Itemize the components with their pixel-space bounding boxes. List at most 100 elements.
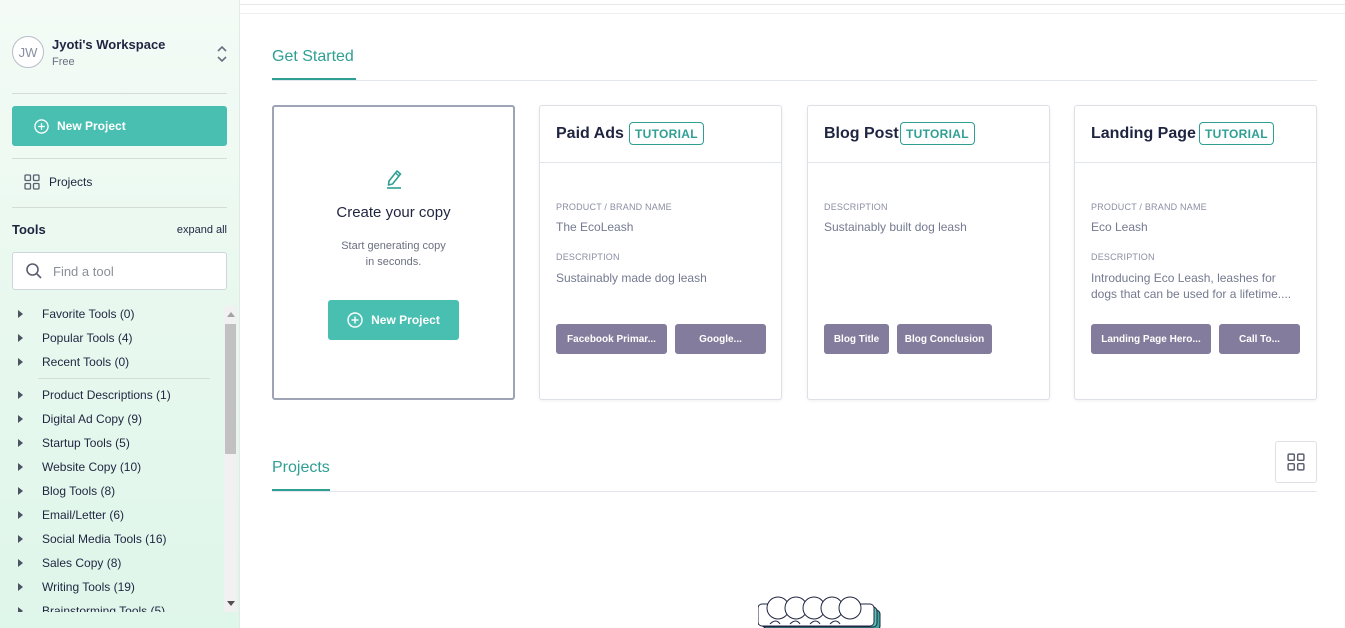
- caret-right-icon: [18, 310, 23, 318]
- caret-right-icon: [18, 559, 23, 567]
- tool-group[interactable]: Blog Tools (8): [12, 480, 115, 502]
- scroll-down-arrow-icon[interactable]: [227, 601, 235, 606]
- sidebar-item-projects[interactable]: Projects: [24, 174, 92, 190]
- tool-chip[interactable]: Google...: [675, 324, 766, 354]
- caret-right-icon: [18, 583, 23, 591]
- tool-chip[interactable]: Landing Page Hero...: [1091, 324, 1211, 354]
- tool-group-label: Writing Tools (19): [42, 580, 135, 594]
- tutorial-card-paid-ads[interactable]: Paid Ads TUTORIAL PRODUCT / BRAND NAME T…: [539, 105, 782, 400]
- caret-right-icon: [18, 391, 23, 399]
- create-card-title: Create your copy: [336, 204, 451, 221]
- card-title: Landing Page: [1091, 125, 1196, 142]
- field-value: The EcoLeash: [556, 220, 634, 234]
- caret-right-icon: [18, 535, 23, 543]
- caret-right-icon: [18, 511, 23, 519]
- tool-group[interactable]: Brainstorming Tools (5): [12, 600, 165, 612]
- tool-group-label: Website Copy (10): [42, 460, 142, 474]
- divider: [12, 158, 227, 159]
- tool-group-label: Popular Tools (4): [42, 331, 133, 345]
- tool-group-favorite[interactable]: Favorite Tools (0): [12, 303, 134, 325]
- field-label: DESCRIPTION: [556, 252, 620, 262]
- tool-search: [12, 252, 227, 290]
- pencil-icon: [387, 170, 402, 189]
- tool-group-label: Brainstorming Tools (5): [42, 604, 166, 612]
- avatar: JW: [12, 36, 44, 68]
- tool-group-recent[interactable]: Recent Tools (0): [12, 351, 129, 373]
- new-project-label: New Project: [371, 313, 440, 327]
- tool-group-label: Social Media Tools (16): [42, 532, 167, 546]
- tool-group-label: Product Descriptions (1): [42, 388, 171, 402]
- tutorial-badge: TUTORIAL: [629, 122, 704, 145]
- search-input[interactable]: [53, 263, 203, 279]
- tool-group[interactable]: Sales Copy (8): [12, 552, 121, 574]
- tool-group[interactable]: Startup Tools (5): [12, 432, 130, 454]
- divider: [272, 491, 1317, 492]
- field-value: Eco Leash: [1091, 220, 1148, 234]
- workspace-switcher[interactable]: JW Jyoti's Workspace Free: [12, 36, 228, 72]
- tools-heading: Tools: [12, 222, 46, 237]
- tool-chip[interactable]: Facebook Primar...: [556, 324, 667, 354]
- tool-chip[interactable]: Blog Conclusion: [897, 324, 992, 354]
- create-copy-card[interactable]: Create your copy Start generating copy i…: [272, 105, 515, 400]
- tab-projects[interactable]: Projects: [272, 459, 330, 477]
- sidebar: JW Jyoti's Workspace Free New Project Pr…: [0, 0, 240, 628]
- workspace-plan: Free: [52, 56, 75, 68]
- expand-all-link[interactable]: expand all: [177, 224, 227, 236]
- tutorial-badge: TUTORIAL: [900, 122, 975, 145]
- new-project-label: New Project: [57, 119, 126, 133]
- create-card-subtitle: Start generating copy in seconds.: [274, 238, 513, 270]
- tool-group-label: Sales Copy (8): [42, 556, 122, 570]
- field-label: DESCRIPTION: [824, 202, 888, 212]
- field-value: Introducing Eco Leash, leashes for dogs …: [1091, 271, 1292, 301]
- tool-chip[interactable]: Call To...: [1219, 324, 1300, 354]
- field-value: Sustainably made dog leash: [556, 271, 707, 285]
- card-title: Paid Ads: [556, 125, 624, 142]
- tab-get-started[interactable]: Get Started: [272, 48, 354, 66]
- scroll-thumb[interactable]: [225, 324, 236, 454]
- tutorial-badge: TUTORIAL: [1199, 122, 1274, 145]
- tool-group-label: Recent Tools (0): [42, 355, 130, 369]
- card-header: Landing Page TUTORIAL: [1075, 106, 1316, 163]
- chevron-updown-icon[interactable]: [216, 44, 228, 64]
- scrollbar[interactable]: [224, 306, 237, 612]
- field-label: PRODUCT / BRAND NAME: [1091, 202, 1207, 212]
- tutorial-card-blog-post[interactable]: Blog Post TUTORIAL DESCRIPTION Sustainab…: [807, 105, 1050, 400]
- caret-right-icon: [18, 607, 23, 612]
- tool-group-label: Startup Tools (5): [42, 436, 130, 450]
- tool-group-label: Digital Ad Copy (9): [42, 412, 143, 426]
- tool-group[interactable]: Website Copy (10): [12, 456, 141, 478]
- workspace-name: Jyoti's Workspace: [52, 37, 166, 52]
- topbar-border: [240, 13, 1345, 14]
- grid-icon: [1287, 453, 1305, 471]
- tool-group[interactable]: Digital Ad Copy (9): [12, 408, 142, 430]
- divider: [38, 378, 210, 379]
- tutorial-card-landing-page[interactable]: Landing Page TUTORIAL PRODUCT / BRAND NA…: [1074, 105, 1317, 400]
- empty-projects-illustration: [758, 596, 881, 628]
- new-project-button[interactable]: New Project: [328, 300, 459, 340]
- tool-group[interactable]: Social Media Tools (16): [12, 528, 167, 550]
- caret-right-icon: [18, 487, 23, 495]
- field-label: DESCRIPTION: [1091, 252, 1155, 262]
- create-card-subtitle-line: Start generating copy: [341, 240, 446, 252]
- plus-circle-icon: [34, 118, 49, 134]
- divider: [272, 80, 1317, 81]
- tool-group[interactable]: Writing Tools (19): [12, 576, 135, 598]
- new-project-button[interactable]: New Project: [12, 106, 227, 146]
- card-title: Blog Post: [824, 125, 899, 142]
- scroll-up-arrow-icon[interactable]: [227, 312, 235, 317]
- card-header: Blog Post TUTORIAL: [808, 106, 1049, 163]
- caret-right-icon: [18, 439, 23, 447]
- caret-right-icon: [18, 415, 23, 423]
- tool-group-popular[interactable]: Popular Tools (4): [12, 327, 133, 349]
- tool-group[interactable]: Product Descriptions (1): [12, 384, 171, 406]
- divider: [12, 93, 227, 94]
- grid-view-button[interactable]: [1275, 441, 1317, 483]
- field-label: PRODUCT / BRAND NAME: [556, 202, 672, 212]
- plus-circle-icon: [347, 312, 363, 328]
- tool-group[interactable]: Email/Letter (6): [12, 504, 124, 526]
- tool-group-label: Favorite Tools (0): [42, 307, 135, 321]
- divider: [12, 207, 227, 208]
- tool-chip[interactable]: Blog Title: [824, 324, 889, 354]
- search-icon: [26, 263, 42, 279]
- sidebar-item-label: Projects: [49, 175, 93, 189]
